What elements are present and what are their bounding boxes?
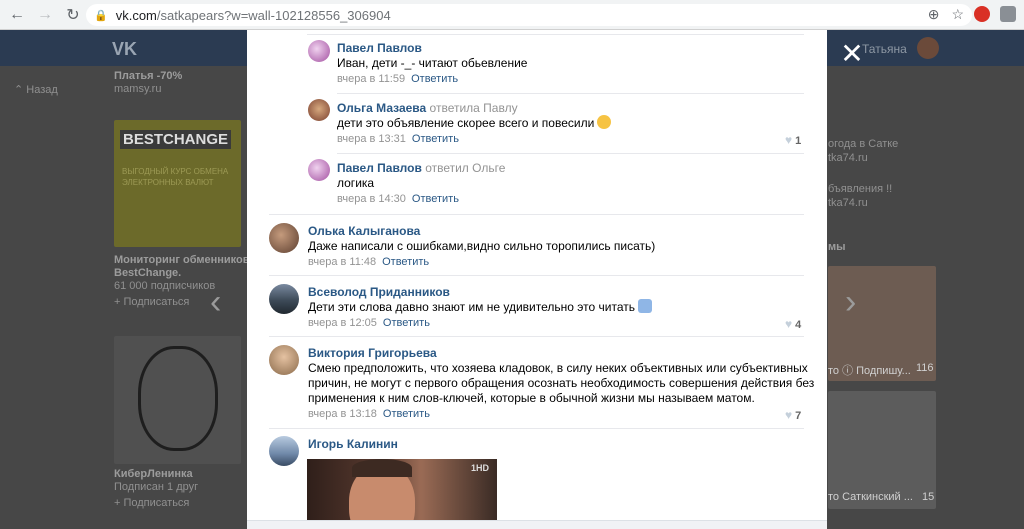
vk-logo[interactable]: VK xyxy=(112,39,137,60)
comment-author[interactable]: Ольга Мазаева ответила Павлу xyxy=(337,101,518,115)
comment-meta: вчера в 11:48 Ответить xyxy=(308,256,430,268)
comment-author[interactable]: Олька Калыганова xyxy=(308,224,420,238)
reply-link[interactable]: Ответить xyxy=(383,408,430,420)
reply-to-text: ответила Павлу xyxy=(429,101,518,115)
reply-link[interactable]: Ответить xyxy=(412,193,459,205)
group1-members: 61 000 подписчиков xyxy=(114,280,216,292)
comment-meta: вчера в 13:18 Ответить xyxy=(308,408,430,420)
group2-subscribe: + Подписаться xyxy=(114,497,190,509)
heart-icon: ♥ xyxy=(785,408,793,422)
heart-icon: ♥ xyxy=(785,317,793,331)
forward-icon[interactable]: → xyxy=(34,4,56,26)
see-no-evil-emoji-icon xyxy=(637,299,652,313)
group2-sub: Подписан 1 друг xyxy=(114,481,199,493)
comment-composer-bar[interactable] xyxy=(247,520,827,529)
extension-icon[interactable] xyxy=(974,6,990,22)
shield-extension-icon[interactable] xyxy=(1000,6,1016,22)
right-text-4: tka74.ru xyxy=(828,197,868,209)
vk-user-name[interactable]: Татьяна xyxy=(862,42,907,56)
url-host: vk.com xyxy=(115,7,157,23)
reply-link[interactable]: Ответить xyxy=(383,317,430,329)
ad-site: mamsy.ru xyxy=(114,83,162,95)
right-text-1: огода в Сатке xyxy=(828,138,899,150)
ad-title: Платья -70% xyxy=(114,70,183,82)
group1-name2: BestChange. xyxy=(114,267,182,279)
reply-link[interactable]: Ответить xyxy=(412,133,459,145)
comment-meta: вчера в 13:31 Ответить xyxy=(337,133,459,145)
reload-icon[interactable]: ↻ xyxy=(62,4,84,26)
right-photo-2: то Саткинский ... 15 xyxy=(828,391,936,509)
comment-text: Иван, дети -_- читают обьевление xyxy=(337,56,528,70)
group2-name: КиберЛенинка xyxy=(114,468,193,480)
right-text-5: мы xyxy=(828,241,846,253)
browser-toolbar: ← → ↻ 🔒 vk.com/satkapears?w=wall-1021285… xyxy=(0,0,1024,30)
like-button[interactable]: ♥ 4 xyxy=(785,317,801,331)
comment-meta: вчера в 11:59 Ответить xyxy=(337,73,459,85)
avatar[interactable] xyxy=(269,223,299,253)
avatar[interactable] xyxy=(308,40,330,62)
avatar[interactable] xyxy=(308,99,330,121)
comment-meta: вчера в 12:05 Ответить xyxy=(308,317,430,329)
back-link: ⌃ Назад xyxy=(14,84,58,96)
comment-author[interactable]: Игорь Калинин xyxy=(308,437,398,451)
lock-icon: 🔒 xyxy=(94,9,108,22)
comment-text-line-3: применения к ним слов-ключей, которые в … xyxy=(308,391,755,405)
comment-text: Дети эти слова давно знают им не удивите… xyxy=(308,299,652,316)
group1-subscribe: + Подписаться xyxy=(114,296,190,308)
comment-text: логика xyxy=(337,176,375,190)
laughing-emoji-icon xyxy=(597,115,612,129)
like-button[interactable]: ♥ 7 xyxy=(785,408,801,422)
reply-to-text: ответил Ольге xyxy=(425,161,506,175)
right-text-3: бъявления !! xyxy=(828,183,893,195)
bookmark-star-icon[interactable]: ☆ xyxy=(951,6,964,23)
tv-channel-logo: 1HD xyxy=(470,463,489,473)
back-icon[interactable]: ← xyxy=(6,4,28,26)
avatar[interactable] xyxy=(269,345,299,375)
group1-name1: Мониторинг обменников xyxy=(114,254,250,266)
comment-author[interactable]: Виктория Григорьева xyxy=(308,346,437,360)
avatar[interactable] xyxy=(308,159,330,181)
user-avatar[interactable] xyxy=(917,37,939,59)
comment-author[interactable]: Всеволод Приданников xyxy=(308,285,450,299)
bestchange-ad-image: BESTCHANGE ВЫГОДНЫЙ КУРС ОБМЕНА ЭЛЕКТРОН… xyxy=(114,120,241,247)
close-icon[interactable]: ✕ xyxy=(838,40,866,68)
heart-icon: ♥ xyxy=(785,133,793,147)
avatar[interactable] xyxy=(269,436,299,466)
reply-link[interactable]: Ответить xyxy=(382,256,429,268)
post-modal: Павел Павлов Иван, дети -_- читают обьев… xyxy=(247,30,827,529)
comment-meta: вчера в 14:30 Ответить xyxy=(337,193,459,205)
comment-author[interactable]: Павел Павлов xyxy=(337,41,422,55)
comment-text: дети это объявление скорее всего и повес… xyxy=(337,115,612,132)
prev-arrow-icon[interactable]: ‹ xyxy=(210,283,221,322)
comment-author[interactable]: Павел Павлов ответил Ольге xyxy=(337,161,505,175)
address-bar[interactable]: 🔒 vk.com/satkapears?w=wall-102128556_306… xyxy=(86,4,972,26)
reply-link[interactable]: Ответить xyxy=(411,73,458,85)
zoom-icon[interactable]: ⊕ xyxy=(928,6,940,23)
url-path: /satkapears?w=wall-102128556_306904 xyxy=(156,7,391,23)
avatar[interactable] xyxy=(269,284,299,314)
comment-text: Даже написали с ошибками,видно сильно то… xyxy=(308,239,656,253)
right-text-2: tka74.ru xyxy=(828,152,868,164)
next-arrow-icon[interactable]: › xyxy=(845,283,856,322)
like-button[interactable]: ♥ 1 xyxy=(785,133,801,147)
cyberleninka-image xyxy=(114,336,241,464)
gif-attachment[interactable]: 1HD xyxy=(307,459,497,529)
